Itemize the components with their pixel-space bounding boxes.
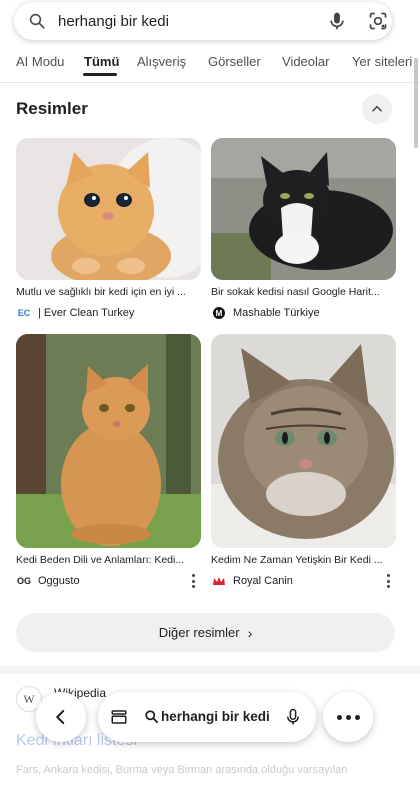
search-query[interactable]: herhangi bir kedi	[58, 13, 169, 30]
search-icon	[29, 13, 45, 29]
image-card[interactable]: Kedi Beden Dili ve Anlamları: Kedi... OG…	[16, 334, 201, 588]
tabs-divider	[0, 82, 420, 83]
result-snippet: Fars, Ankara kedisi, Burma veya Birman a…	[16, 764, 348, 776]
back-arrow-icon	[56, 710, 65, 724]
image-caption[interactable]: Bir sokak kedisi nasıl Google Harit...	[211, 286, 393, 298]
bottom-search-query[interactable]: herhangi bir kedi	[161, 709, 273, 724]
more-options-icon[interactable]	[386, 574, 390, 588]
image-card[interactable]: Bir sokak kedisi nasıl Google Harit... M…	[211, 138, 396, 455]
source-name: | Ever Clean Turkey	[38, 307, 135, 319]
section-separator	[0, 666, 420, 674]
tab-videos[interactable]: Videolar	[282, 54, 329, 69]
more-menu-button[interactable]	[323, 692, 373, 742]
ever-clean-icon: EC	[17, 308, 31, 318]
cat-image[interactable]	[16, 138, 201, 280]
tab-shopping[interactable]: Alışveriş	[137, 54, 186, 69]
chevron-right-icon: ›	[247, 624, 253, 641]
search-bar[interactable]: herhangi bir kedi	[14, 2, 392, 40]
cat-image[interactable]	[211, 334, 396, 548]
source-name: Oggusto	[38, 575, 80, 587]
image-card[interactable]: Kedim Ne Zaman Yetişkin Bir Kedi ... Roy…	[211, 334, 396, 588]
mic-icon[interactable]	[327, 11, 347, 31]
image-source[interactable]: M Mashable Türkiye	[211, 306, 396, 320]
tab-places[interactable]: Yer siteleri	[352, 54, 412, 69]
tab-ai-mode[interactable]: AI Modu	[16, 54, 64, 69]
collapse-button[interactable]	[362, 94, 392, 124]
image-card[interactable]: Mutlu ve sağlıklı bir kedi için en iyi .…	[16, 138, 201, 455]
dot-icon	[345, 714, 351, 720]
chevron-up-icon	[372, 105, 382, 112]
dot-icon	[336, 714, 342, 720]
search-icon	[145, 710, 159, 724]
svg-text:M: M	[216, 309, 223, 318]
section-title: Resimler	[16, 99, 88, 118]
cat-image[interactable]	[16, 334, 201, 548]
bottom-search-pill[interactable]: herhangi bir kedi	[98, 692, 316, 742]
mic-icon[interactable]	[284, 707, 302, 727]
search-tabs: AI Modu Tümü Alışveriş Görseller Videola…	[0, 50, 420, 80]
image-source[interactable]: EC | Ever Clean Turkey	[16, 306, 201, 320]
dot-icon	[354, 714, 360, 720]
tab-all[interactable]: Tümü	[84, 54, 119, 69]
image-source[interactable]: Royal Canin	[211, 574, 396, 588]
source-name: Royal Canin	[233, 575, 293, 587]
more-images-label: Diğer resimler	[158, 625, 240, 640]
cat-image[interactable]	[211, 138, 396, 280]
image-caption[interactable]: Mutlu ve sağlıklı bir kedi için en iyi .…	[16, 286, 198, 298]
tabs-icon[interactable]	[110, 708, 128, 726]
more-images-button[interactable]: Diğer resimler ›	[16, 613, 395, 652]
lens-camera-icon[interactable]	[368, 11, 388, 31]
active-tab-indicator	[83, 73, 117, 76]
royal-canin-icon	[211, 575, 227, 587]
bottom-toolbar: herhangi bir kedi	[0, 692, 420, 742]
image-source[interactable]: OG Oggusto	[16, 574, 201, 588]
oggusto-icon: OG	[16, 576, 31, 586]
more-options-icon[interactable]	[191, 574, 195, 588]
source-name: Mashable Türkiye	[233, 307, 320, 319]
image-caption[interactable]: Kedim Ne Zaman Yetişkin Bir Kedi ...	[211, 554, 393, 566]
scrollbar[interactable]	[414, 58, 418, 148]
image-caption[interactable]: Kedi Beden Dili ve Anlamları: Kedi...	[16, 554, 198, 566]
tab-images[interactable]: Görseller	[208, 54, 261, 69]
mashable-icon: M	[211, 307, 227, 319]
back-button[interactable]	[36, 692, 86, 742]
